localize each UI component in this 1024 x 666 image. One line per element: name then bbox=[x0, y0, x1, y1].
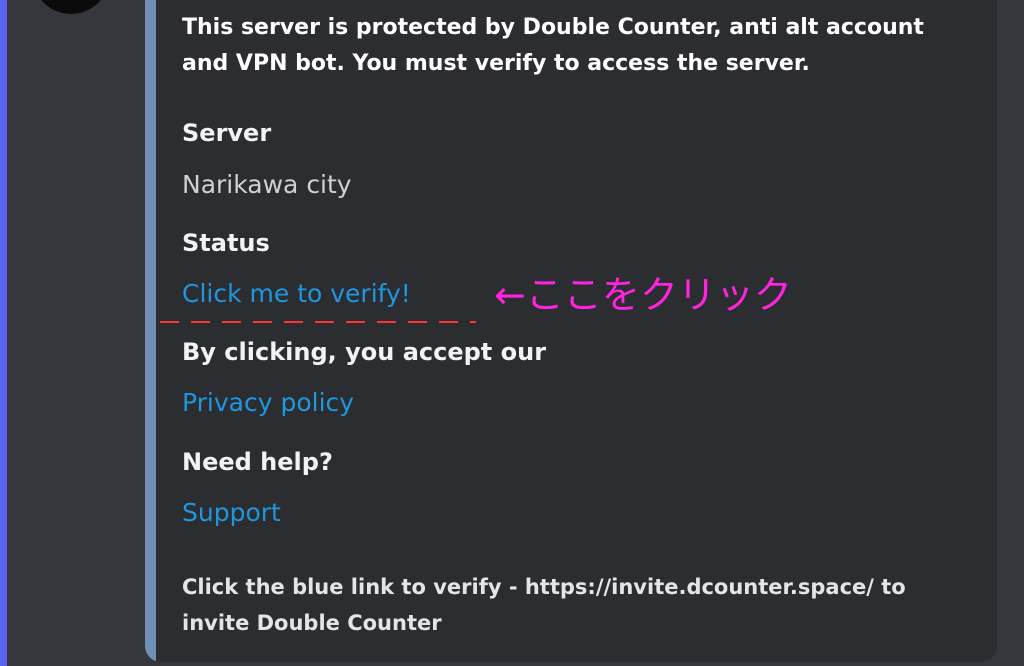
field-name-privacy-notice: By clicking, you accept our bbox=[182, 338, 547, 366]
channel-accent-bar bbox=[0, 0, 7, 666]
field-name-status: Status bbox=[182, 229, 270, 257]
embed-footer: Click the blue link to verify - https://… bbox=[182, 575, 906, 635]
embed-color-bar bbox=[145, 0, 156, 662]
embed-description: This server is protected by Double Count… bbox=[182, 15, 924, 76]
embed-card: This server is protected by Double Count… bbox=[145, 0, 997, 662]
privacy-policy-link[interactable]: Privacy policy bbox=[182, 387, 354, 419]
avatar[interactable] bbox=[32, 0, 110, 14]
support-link[interactable]: Support bbox=[182, 497, 281, 529]
field-name-help: Need help? bbox=[182, 448, 333, 476]
embed-body: This server is protected by Double Count… bbox=[182, 10, 972, 82]
red-dashed-underline bbox=[160, 321, 476, 323]
verify-link[interactable]: Click me to verify! bbox=[182, 278, 411, 310]
click-here-annotation: ←ここをクリック bbox=[494, 273, 792, 317]
field-name-server: Server bbox=[182, 119, 272, 147]
field-value-server-name: Narikawa city bbox=[182, 170, 352, 199]
